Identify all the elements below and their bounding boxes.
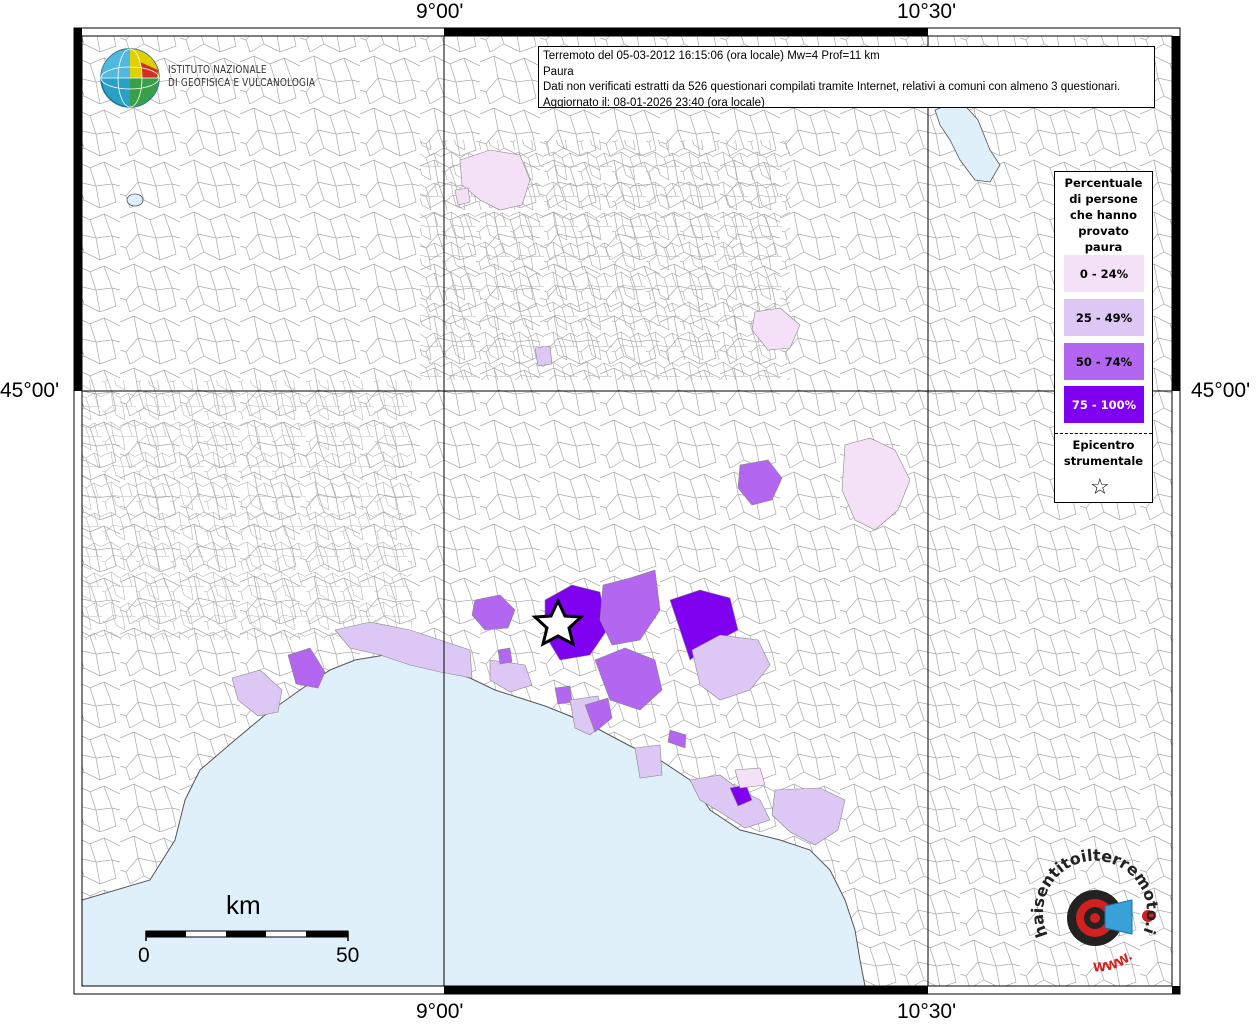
- muni-pale: [734, 767, 766, 789]
- legend-swatch-0-24: 0 - 24%: [1064, 255, 1144, 292]
- legend-epicenter-title: Epicentro strumentale: [1055, 437, 1152, 469]
- legend-swatch-label: 50 - 74%: [1075, 354, 1133, 369]
- legend-swatch-label: 25 - 49%: [1075, 310, 1133, 325]
- scale-start: 0: [138, 944, 150, 967]
- tick-bottom-9-00: 9°00': [416, 1000, 464, 1023]
- legend: Percentuale di persone che hanno provato…: [1054, 171, 1153, 503]
- frame-segment-left: [74, 36, 82, 391]
- scale-unit: km: [226, 890, 261, 920]
- ingv-name-line1: ISTITUTO NAZIONALE: [168, 64, 267, 76]
- update-timestamp: Aggiornato il: 08-01-2026 23:40 (ora loc…: [543, 96, 765, 108]
- legend-title-line: di persone: [1069, 192, 1138, 206]
- lake-small: [126, 193, 144, 207]
- legend-swatch-25-49: 25 - 49%: [1064, 299, 1144, 336]
- legend-title-line: che hanno: [1069, 208, 1138, 222]
- legend-swatch-label: 0 - 24%: [1079, 266, 1129, 281]
- event-info-box: Terremoto del 05-03-2012 16:15:06 (ora l…: [538, 46, 1155, 108]
- muni-light: [634, 744, 663, 779]
- muni-pale: [454, 187, 471, 206]
- muni-medium: [497, 647, 513, 665]
- legend-swatch-label: 75 - 100%: [1071, 397, 1137, 412]
- scale-end: 50: [336, 944, 360, 967]
- map-parameter: Paura: [543, 65, 574, 78]
- legend-epicenter-line: Epicentro: [1072, 438, 1135, 452]
- tick-top-10-30: 10°30': [897, 0, 957, 23]
- legend-divider: [1055, 433, 1152, 434]
- legend-star-icon: ☆: [1090, 475, 1110, 500]
- ingv-name-line2: DI GEOFISICA E VULCANOLOGIA: [168, 77, 316, 89]
- legend-title-line: provato: [1078, 224, 1129, 238]
- legend-title-line: Percentuale: [1064, 176, 1143, 190]
- tick-right-45-00: 45°00': [1191, 379, 1251, 402]
- frame-segment-right: [1172, 36, 1180, 391]
- data-note: Dati non verificati estratti da 526 ques…: [543, 81, 1121, 93]
- legend-title-line: paura: [1084, 240, 1123, 254]
- ingv-logo-text: ISTITUTO NAZIONALE DI GEOFISICA E VULCAN…: [168, 64, 315, 90]
- frame-segment-top: [444, 28, 928, 36]
- tick-left-45-00: 45°00': [0, 379, 60, 402]
- map-canvas[interactable]: haisentitoilterremoto.itWWW.: [0, 0, 1256, 1024]
- tick-top-9-00: 9°00': [416, 0, 464, 23]
- legend-title: Percentuale di persone che hanno provato…: [1055, 175, 1152, 255]
- legend-swatch-50-74: 50 - 74%: [1064, 343, 1144, 380]
- frame-segment-bottom: [444, 986, 928, 994]
- tick-bottom-10-30: 10°30': [897, 1000, 957, 1023]
- ingv-globe-icon: [100, 48, 160, 108]
- legend-epicenter-line: strumentale: [1063, 454, 1144, 468]
- legend-swatch-75-100: 75 - 100%: [1064, 386, 1144, 423]
- event-title: Terremoto del 05-03-2012 16:15:06 (ora l…: [543, 50, 880, 62]
- muni-medium: [554, 685, 573, 705]
- muni-light: [534, 345, 553, 367]
